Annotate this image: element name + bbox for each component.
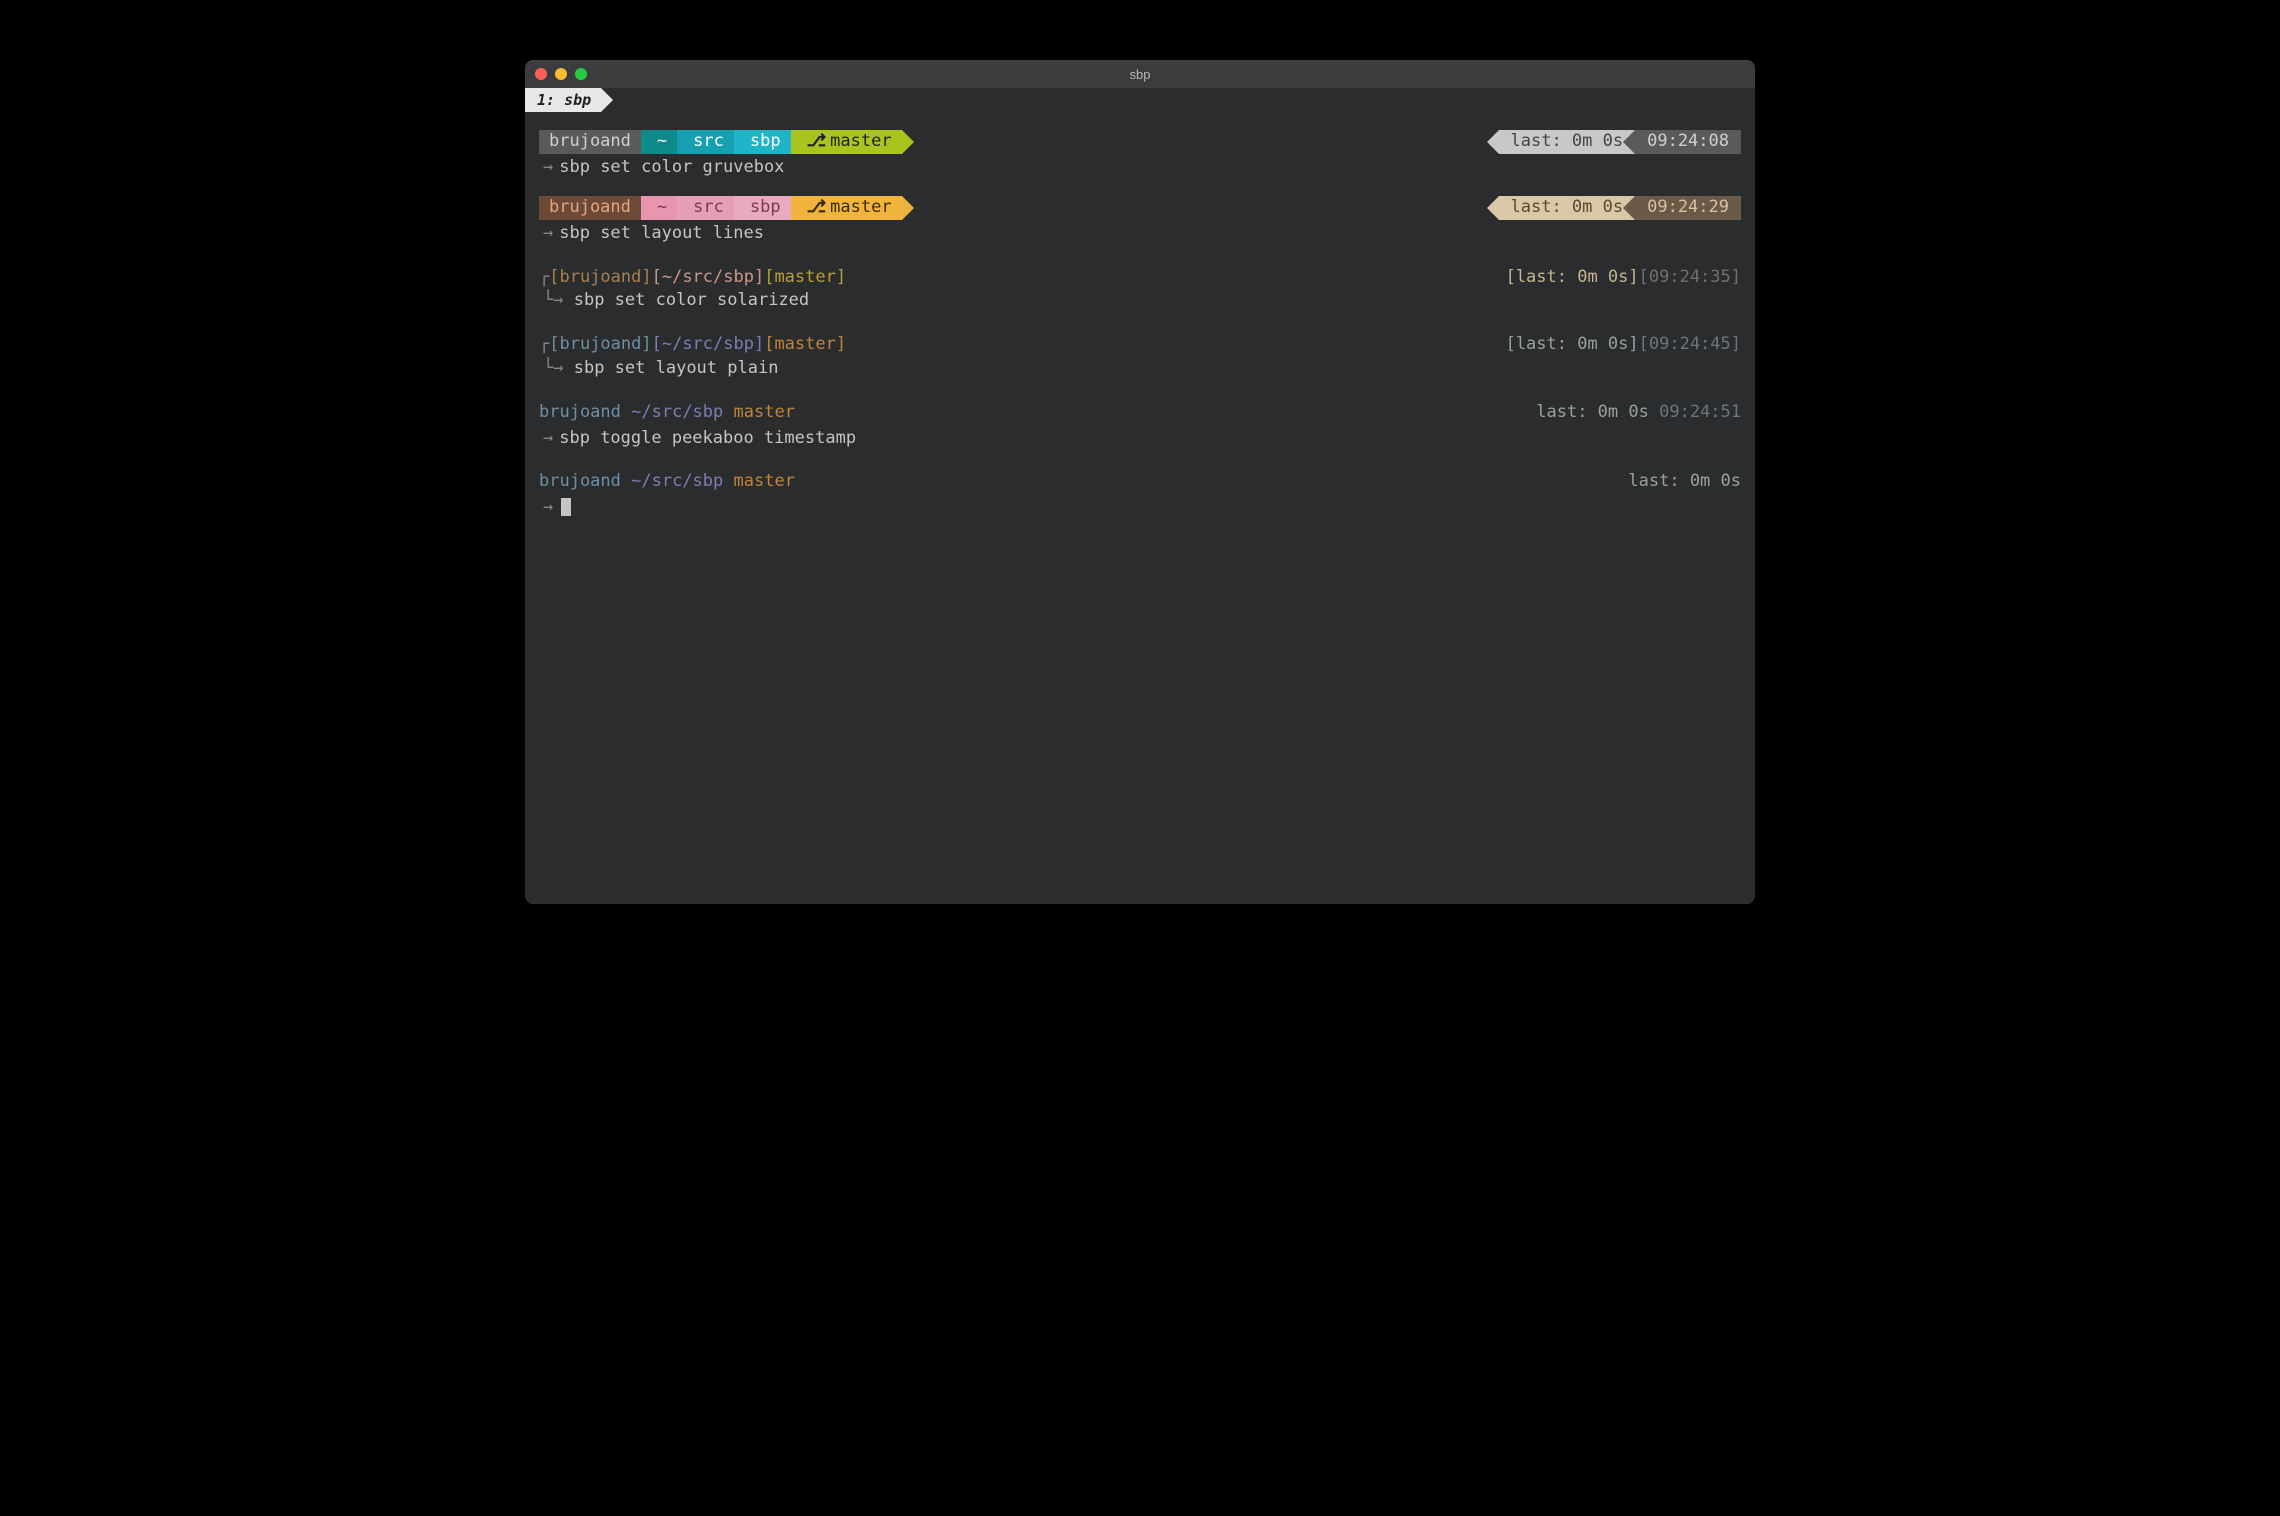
prompt-right: last: 0m 0s 09:24:08 <box>1499 130 1741 154</box>
tab-label: 1: sbp <box>537 91 591 109</box>
prompt-left: brujoand ~ src sbp ⎇master <box>539 196 902 220</box>
seg-last: last: 0m 0s <box>1628 471 1741 491</box>
prompt-row: ┌[brujoand][~/src/sbp][master] [last: 0m… <box>539 333 1741 357</box>
hook-bottom-icon: └→ <box>543 358 563 378</box>
seg-last: last: 0m 0s <box>1499 130 1636 154</box>
seg-time: 09:24:08 <box>1635 130 1741 154</box>
command-text: sbp set color gruvebox <box>559 157 784 177</box>
seg-last: last: 0m 0s <box>1536 402 1649 422</box>
prompt-left: brujoand ~/src/sbp master <box>539 401 795 425</box>
prompt-row: brujoand ~ src sbp ⎇master last: 0m 0s 0… <box>539 130 1741 154</box>
seg-branch: master <box>734 402 795 422</box>
seg-user: brujoand <box>539 130 641 154</box>
branch-icon: ⎇ <box>807 196 827 220</box>
seg-home: ~ <box>641 196 677 220</box>
command-text: sbp set layout lines <box>559 223 764 243</box>
minimize-icon[interactable] <box>555 68 567 80</box>
seg-path: ~/src/sbp <box>631 402 723 422</box>
command-text: sbp toggle peekaboo timestamp <box>559 428 856 448</box>
prompt-left: ┌[brujoand][~/src/sbp][master] <box>539 266 846 290</box>
seg-path: ~/src/sbp <box>631 471 723 491</box>
traffic-lights <box>535 68 587 80</box>
hook-top-icon: ┌ <box>539 333 549 357</box>
seg-branch: [master] <box>764 333 846 357</box>
seg-time: [09:24:35] <box>1639 266 1741 290</box>
seg-path: [~/src/sbp] <box>652 266 765 290</box>
titlebar[interactable]: sbp <box>525 60 1755 88</box>
prompt-right: last: 0m 0s 09:24:29 <box>1499 196 1741 220</box>
command-line: → sbp set layout lines <box>539 222 1741 246</box>
seg-time: 09:24:29 <box>1635 196 1741 220</box>
cursor-icon <box>561 498 571 516</box>
prompt-row: brujoand ~/src/sbp master last: 0m 0s 09… <box>539 401 1741 425</box>
seg-path: [~/src/sbp] <box>652 333 765 357</box>
seg-branch: [master] <box>764 266 846 290</box>
prompt-right: last: 0m 0s 09:24:51 <box>1536 401 1741 425</box>
prompt-left: ┌[brujoand][~/src/sbp][master] <box>539 333 846 357</box>
terminal-window: sbp 1: sbp brujoand ~ src sbp ⎇master la… <box>525 60 1755 904</box>
tabbar: 1: sbp <box>525 88 1755 114</box>
seg-dir: src <box>677 130 734 154</box>
seg-last: last: 0m 0s <box>1499 196 1636 220</box>
prompt-arrow-icon: → <box>543 497 553 517</box>
seg-home: ~ <box>641 130 677 154</box>
hook-bottom-icon: └→ <box>543 290 563 310</box>
seg-dir: src <box>677 196 734 220</box>
prompt-arrow-icon: → <box>543 223 553 243</box>
seg-branch: ⎇master <box>791 196 902 220</box>
command-line[interactable]: → <box>539 496 1741 520</box>
seg-user: brujoand <box>539 196 641 220</box>
seg-last: [last: 0m 0s] <box>1506 333 1639 357</box>
close-icon[interactable] <box>535 68 547 80</box>
seg-dir: sbp <box>734 130 791 154</box>
seg-dir: sbp <box>734 196 791 220</box>
prompt-left: brujoand ~/src/sbp master <box>539 470 795 494</box>
prompt-row: brujoand ~/src/sbp master last: 0m 0s <box>539 470 1741 494</box>
prompt-right: last: 0m 0s <box>1628 470 1741 494</box>
seg-last: [last: 0m 0s] <box>1506 266 1639 290</box>
seg-user: [brujoand] <box>549 333 651 357</box>
command-text: sbp set color solarized <box>574 290 809 310</box>
seg-time: 09:24:51 <box>1659 402 1741 422</box>
command-line: → sbp toggle peekaboo timestamp <box>539 427 1741 451</box>
hook-top-icon: ┌ <box>539 266 549 290</box>
prompt-right: [last: 0m 0s][09:24:45] <box>1506 333 1741 357</box>
seg-time: [09:24:45] <box>1639 333 1741 357</box>
prompt-left: brujoand ~ src sbp ⎇master <box>539 130 902 154</box>
seg-branch: master <box>734 471 795 491</box>
prompt-row: ┌[brujoand][~/src/sbp][master] [last: 0m… <box>539 266 1741 290</box>
tab-sbp[interactable]: 1: sbp <box>525 88 601 112</box>
seg-user: brujoand <box>539 402 621 422</box>
seg-user: brujoand <box>539 471 621 491</box>
prompt-arrow-icon: → <box>543 428 553 448</box>
zoom-icon[interactable] <box>575 68 587 80</box>
seg-branch: ⎇master <box>791 130 902 154</box>
command-line: └→ sbp set layout plain <box>539 357 1741 381</box>
branch-icon: ⎇ <box>807 130 827 154</box>
prompt-right: [last: 0m 0s][09:24:35] <box>1506 266 1741 290</box>
window-title: sbp <box>1130 67 1151 82</box>
terminal-body[interactable]: brujoand ~ src sbp ⎇master last: 0m 0s 0… <box>525 114 1755 904</box>
prompt-arrow-icon: → <box>543 157 553 177</box>
command-line: → sbp set color gruvebox <box>539 156 1741 180</box>
command-line: └→ sbp set color solarized <box>539 289 1741 313</box>
command-text: sbp set layout plain <box>574 358 779 378</box>
seg-user: [brujoand] <box>549 266 651 290</box>
prompt-row: brujoand ~ src sbp ⎇master last: 0m 0s 0… <box>539 196 1741 220</box>
